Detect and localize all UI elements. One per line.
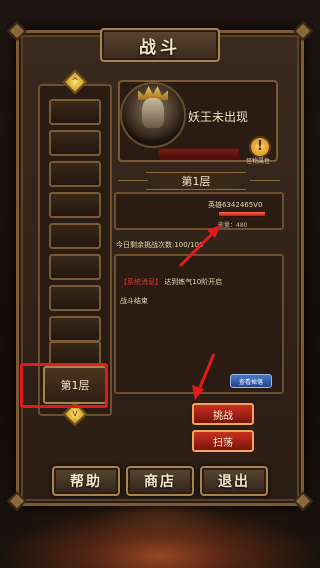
floor-slot[interactable] [49, 316, 101, 342]
floor-slot[interactable] [49, 192, 101, 218]
exit-button[interactable]: 退出 [200, 466, 268, 496]
help-button[interactable]: 帮助 [52, 466, 120, 496]
floor-slot[interactable] [49, 161, 101, 187]
hero-health-fill [219, 212, 265, 216]
floor-slot[interactable] [49, 254, 101, 280]
boss-health-bar [158, 148, 240, 160]
banner-divider [118, 180, 148, 181]
banner-divider [250, 180, 280, 181]
floor-highlight-box [20, 363, 108, 408]
floor-slot[interactable] [49, 99, 101, 125]
log-tag: 【系统消息】 [120, 278, 162, 286]
boss-info-label[interactable]: 怪物属性 [246, 156, 270, 165]
battle-log [114, 254, 284, 394]
sweep-button[interactable]: 扫荡 [192, 430, 254, 452]
hero-health-bar [218, 211, 268, 217]
log-message: 达到练气10阶开启 [164, 278, 223, 286]
floor-slot[interactable] [49, 130, 101, 156]
log-system-message: 【系统消息】 达到练气10阶开启 [120, 277, 222, 287]
challenge-button[interactable]: 挑战 [192, 403, 254, 425]
page-title: 战斗 [100, 28, 220, 62]
exclamation-icon[interactable]: ! [249, 136, 271, 158]
boss-name: 妖王未出现 [188, 110, 249, 124]
view-drops-button[interactable]: 查看掉落 [230, 374, 272, 388]
floor-slot[interactable] [49, 285, 101, 311]
hero-energy: 能量：480 [218, 222, 248, 229]
floor-slot[interactable] [49, 223, 101, 249]
hero-name: 英雄6342465V0 [208, 201, 263, 209]
boss-face [142, 98, 164, 128]
log-result: 战斗结束 [120, 297, 148, 305]
lava-glow [0, 508, 320, 568]
floor-banner: 第1层 [146, 172, 246, 190]
shop-button[interactable]: 商店 [126, 466, 194, 496]
challenge-count: 今日剩余挑战次数:100/100 [116, 241, 204, 249]
